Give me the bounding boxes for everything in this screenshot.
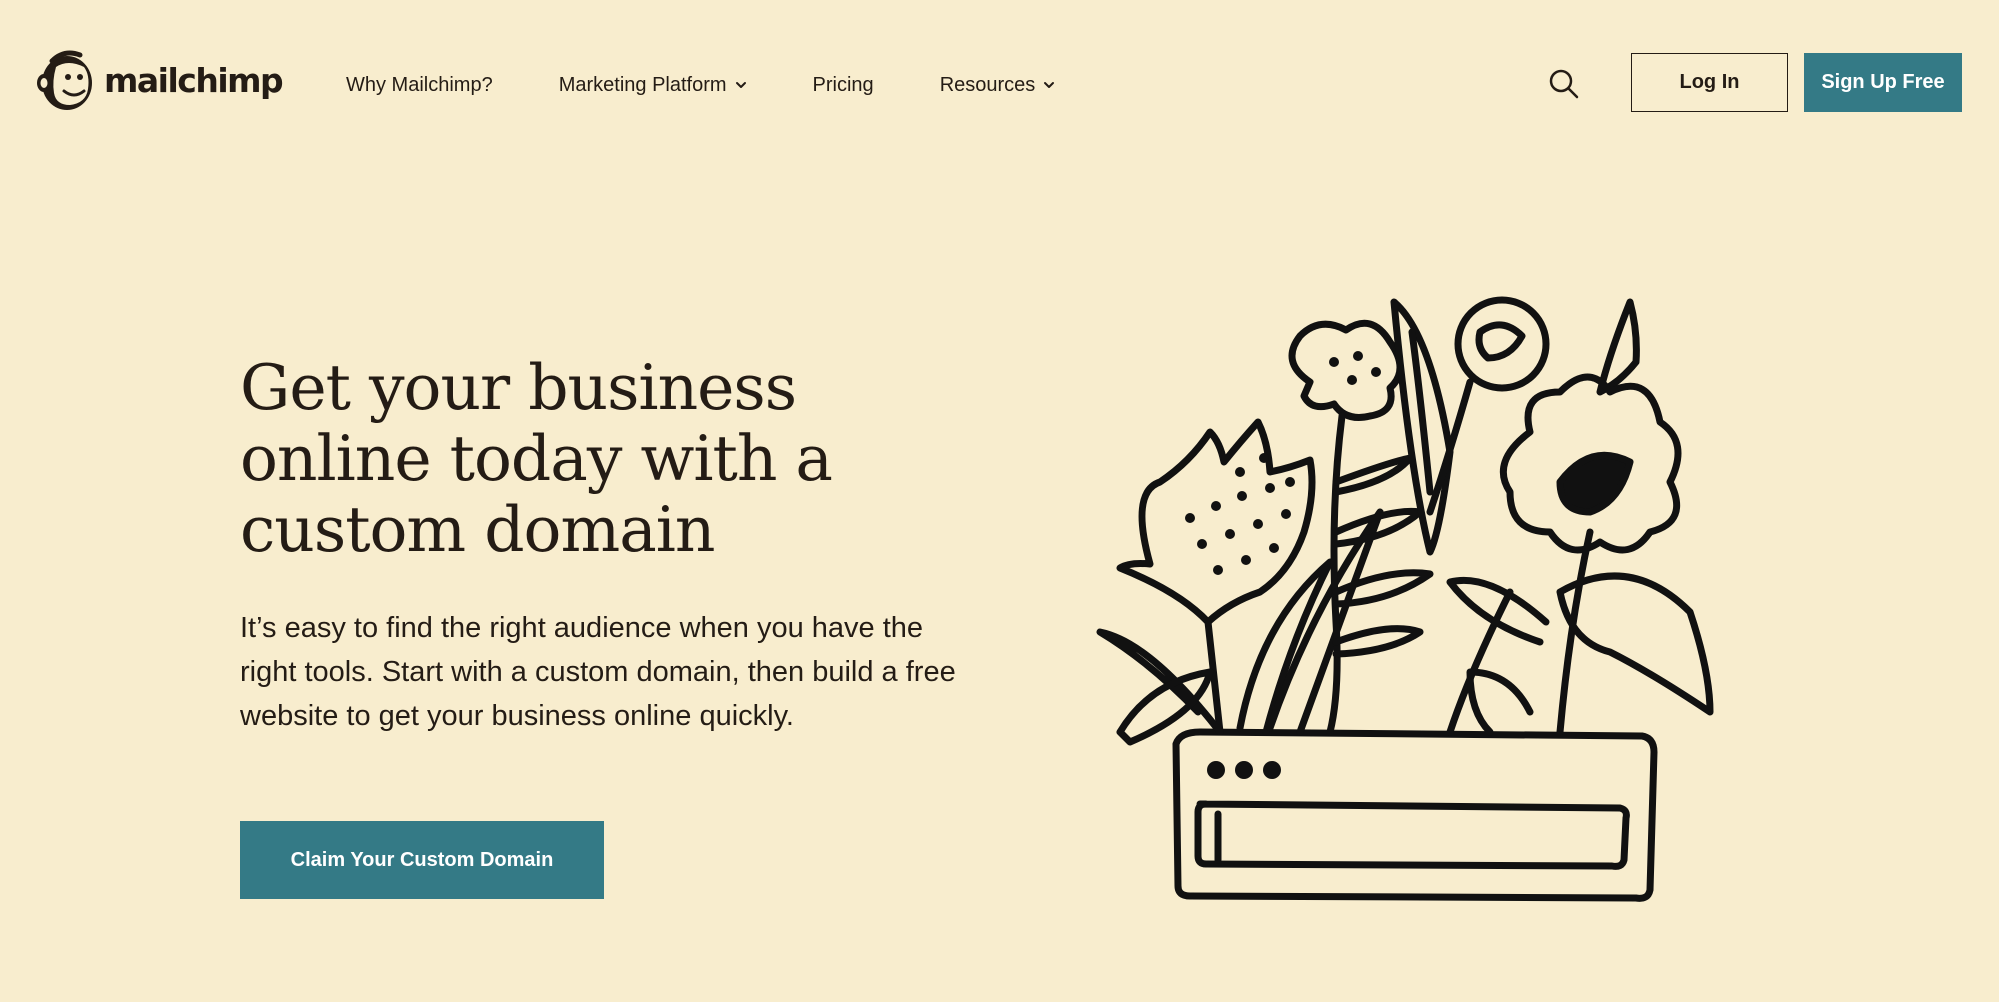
chevron-down-icon (1044, 82, 1055, 88)
nav-marketing-platform-label: Marketing Platform (558, 73, 727, 96)
flowers-in-browser-planter-illustration (1090, 292, 1730, 904)
nav-resources-label: Resources (939, 73, 1036, 96)
flower-illustration-icon (1096, 296, 1714, 902)
nav-resources[interactable]: Resources (940, 74, 1056, 97)
nav-why-mailchimp[interactable]: Why Mailchimp? (346, 74, 493, 97)
main-nav: Why Mailchimp? Marketing Platform Pricin… (346, 68, 1055, 102)
nav-marketing-platform[interactable]: Marketing Platform (559, 74, 747, 97)
nav-pricing[interactable]: Pricing (813, 74, 874, 97)
search-button[interactable] (1544, 64, 1584, 104)
search-icon (1549, 69, 1579, 99)
hero-description: It’s easy to find the right audience whe… (240, 612, 956, 732)
logo-wordmark: mailchimp (104, 60, 284, 100)
page: mailchimp Why Mailchimp? Marketing Platf… (0, 0, 1999, 1002)
claim-domain-button[interactable]: Claim Your Custom Domain (240, 821, 604, 899)
mailchimp-logo[interactable]: mailchimp (34, 45, 284, 115)
signup-button[interactable]: Sign Up Free (1804, 53, 1962, 112)
chevron-down-icon (735, 82, 746, 88)
freddie-logo-icon (37, 50, 92, 110)
nav-why-mailchimp-label: Why Mailchimp? (346, 73, 493, 96)
site-header: mailchimp Why Mailchimp? Marketing Platf… (0, 0, 1999, 168)
hero-title: Get your business online today with a cu… (240, 351, 833, 566)
login-button[interactable]: Log In (1631, 53, 1788, 112)
nav-pricing-label: Pricing (812, 73, 874, 96)
